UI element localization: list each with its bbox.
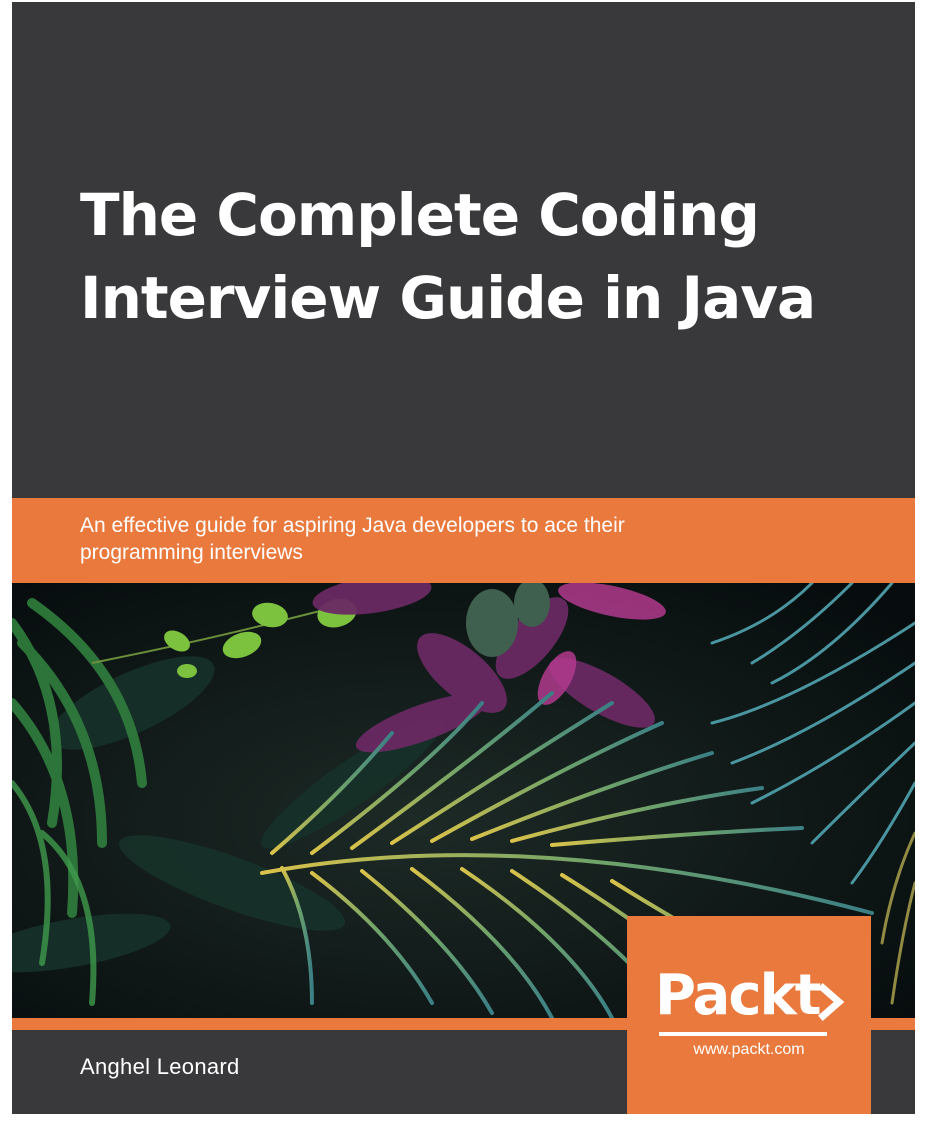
- book-title-line-2: Interview Guide in Java: [80, 264, 816, 332]
- book-author: Anghel Leonard: [80, 1054, 240, 1079]
- logo-underline: [659, 1032, 827, 1036]
- book-subtitle-line-1: An effective guide for aspiring Java dev…: [80, 514, 625, 537]
- publisher-badge: Packt www.packt.com: [627, 916, 871, 1114]
- subtitle-band: An effective guide for aspiring Java dev…: [12, 498, 915, 583]
- book-subtitle-line-2: programming interviews: [80, 541, 303, 564]
- publisher-logo-text: Packt: [655, 963, 822, 1028]
- packt-logo-icon: Packt: [655, 962, 847, 1042]
- book-subtitle: An effective guide for aspiring Java dev…: [80, 512, 880, 566]
- publisher-url: www.packt.com: [693, 1041, 805, 1058]
- book-cover: The Complete Coding Interview Guide in J…: [12, 2, 915, 1114]
- chevron-right-icon: [818, 983, 845, 1021]
- book-title: The Complete Coding Interview Guide in J…: [80, 174, 900, 340]
- book-title-line-1: The Complete Coding: [80, 181, 760, 249]
